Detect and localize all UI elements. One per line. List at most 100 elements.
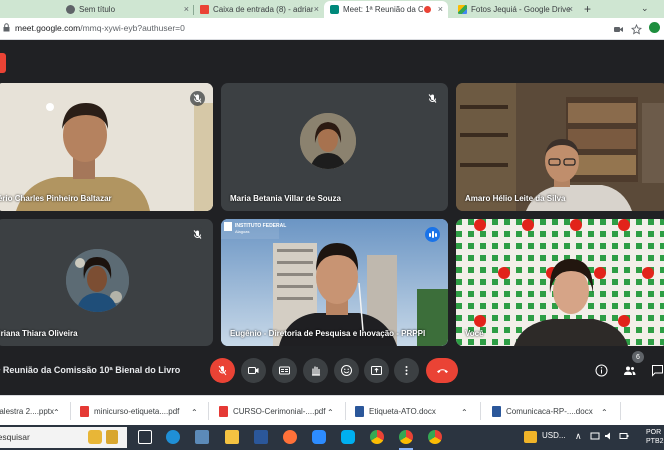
keyboard-layout[interactable]: PTB2 <box>646 438 664 445</box>
download-item[interactable]: minicurso-etiqueta....pdf <box>80 404 179 418</box>
firefox-icon[interactable] <box>283 430 297 444</box>
new-tab-button[interactable]: + <box>584 2 591 16</box>
participant-video <box>456 83 664 211</box>
close-tab-icon[interactable]: × <box>184 4 189 14</box>
tab-title: Fotos Jequiá - Google Drive <box>471 5 571 14</box>
tab-google-drive[interactable]: Fotos Jequiá - Google Drive × <box>452 1 578 18</box>
download-options-chevron-icon[interactable]: ⌃ <box>53 405 60 419</box>
download-item[interactable]: CURSO-Cerimonial-....pdf <box>219 404 325 418</box>
participant-name: Amaro Hélio Leite da Silva <box>465 194 566 203</box>
leave-call-button[interactable] <box>426 358 458 383</box>
download-separator <box>208 402 209 420</box>
participant-tile[interactable]: Maria Betania Villar de Souza <box>221 83 448 211</box>
tray-overflow-chevron-icon[interactable]: ∧ <box>575 431 582 442</box>
browser-tab-strip: Sem título × Caixa de entrada (8) - adri… <box>0 0 664 18</box>
search-highlight-icon <box>106 430 118 444</box>
address-bar[interactable]: meet.google.com/mmq-xywi-eyb?authuser=0 <box>0 18 664 40</box>
more-vertical-icon <box>405 366 408 375</box>
participant-tile[interactable]: Amaro Hélio Leite da Silva <box>456 83 664 211</box>
currency-widget-icon[interactable] <box>524 431 537 443</box>
download-item[interactable]: Etiqueta-ATO.docx <box>355 404 436 418</box>
captions-icon <box>279 366 290 375</box>
download-filename: Comunicaca-RP-....docx <box>506 406 593 416</box>
tab-list-chevron-icon[interactable]: ⌄ <box>641 3 649 14</box>
close-tab-icon[interactable]: × <box>568 4 573 14</box>
participant-count-badge: 6 <box>632 351 644 363</box>
people-button[interactable] <box>622 363 637 378</box>
tab-sem-titulo[interactable]: Sem título × <box>60 1 194 18</box>
globe-icon <box>66 5 75 14</box>
tab-title: Sem título <box>79 5 116 14</box>
download-options-chevron-icon[interactable]: ⌃ <box>601 405 608 419</box>
skype-icon[interactable] <box>341 430 355 444</box>
bookmark-star-icon[interactable] <box>630 22 643 35</box>
keyboard-language[interactable]: POR <box>646 429 661 436</box>
search-highlight-icon <box>88 430 102 444</box>
captions-button[interactable] <box>272 358 297 383</box>
info-icon <box>595 364 608 377</box>
participant-name: Adriana Thiara Oliveira <box>0 329 78 338</box>
close-tab-icon[interactable]: × <box>314 4 319 14</box>
download-filename: minicurso-etiqueta....pdf <box>94 406 180 416</box>
download-filename: Etiqueta-ATO.docx <box>369 406 436 416</box>
chrome-icon[interactable] <box>428 430 442 444</box>
tab-title: Meet: 1ª Reunião da Co <box>343 5 423 14</box>
windows-taskbar: Pesquisar USD... ∧ POR PTB2 <box>0 425 664 450</box>
speaking-indicator-icon <box>425 227 440 242</box>
chrome-icon[interactable] <box>370 430 384 444</box>
phone-hangup-icon <box>436 369 448 373</box>
participant-tile[interactable]: Tibério Charles Pinheiro Baltazar <box>0 83 213 211</box>
recording-icon <box>424 6 431 13</box>
download-options-chevron-icon[interactable]: ⌃ <box>191 405 198 419</box>
profile-avatar-icon[interactable] <box>649 22 660 33</box>
network-icon[interactable] <box>590 431 600 443</box>
download-item[interactable]: Palestra 2....pptx <box>0 404 54 418</box>
download-options-chevron-icon[interactable]: ⌃ <box>327 405 334 419</box>
close-tab-icon[interactable]: × <box>438 4 443 14</box>
participant-tile[interactable]: INSTITUTO FEDERAL Alagoas Eugênio - Dire… <box>221 219 448 346</box>
zoom-icon[interactable] <box>312 430 326 444</box>
download-filename: Palestra 2....pptx <box>0 406 55 416</box>
download-item[interactable]: Comunicaca-RP-....docx <box>492 404 593 418</box>
volume-icon[interactable] <box>604 431 614 443</box>
present-screen-button[interactable] <box>364 358 389 383</box>
download-separator <box>480 402 481 420</box>
participant-tile-self[interactable]: Você <box>456 219 664 346</box>
recording-indicator[interactable] <box>0 53 6 73</box>
camera-toggle-button[interactable] <box>241 358 266 383</box>
participant-name: Tibério Charles Pinheiro Baltazar <box>0 194 112 203</box>
meeting-controls-bar: 1ª Reunião da Comissão 10ª Bienal do Liv… <box>0 350 664 395</box>
calculator-icon[interactable] <box>195 430 209 444</box>
participant-video <box>0 83 213 211</box>
meet-icon <box>330 5 339 14</box>
url-text[interactable]: meet.google.com/mmq-xywi-eyb?authuser=0 <box>15 23 185 33</box>
mic-toggle-button[interactable] <box>210 358 235 383</box>
currency-widget-text[interactable]: USD... <box>542 431 566 440</box>
participant-tile[interactable]: Adriana Thiara Oliveira <box>0 219 213 346</box>
reactions-button[interactable] <box>334 358 359 383</box>
hand-icon <box>311 366 321 376</box>
tab-meet[interactable]: Meet: 1ª Reunião da Co × <box>324 1 448 18</box>
participant-name: Eugênio - Diretoria de Pesquisa e Inovaç… <box>230 329 426 338</box>
address-bar-icons <box>613 22 660 35</box>
camera-permission-icon[interactable] <box>613 22 624 33</box>
more-options-button[interactable] <box>394 358 419 383</box>
taskbar-search-input[interactable]: Pesquisar <box>0 427 127 448</box>
raise-hand-button[interactable] <box>303 358 328 383</box>
task-view-icon[interactable] <box>138 430 152 444</box>
participant-name: Você <box>465 329 484 338</box>
tab-title: Caixa de entrada (8) - adriana <box>213 5 313 14</box>
download-options-chevron-icon[interactable]: ⌃ <box>461 405 468 419</box>
file-explorer-icon[interactable] <box>225 430 239 444</box>
meeting-details-button[interactable] <box>594 363 609 378</box>
mic-off-icon <box>190 227 205 242</box>
taskbar-search-placeholder: Pesquisar <box>0 432 30 442</box>
word-icon[interactable] <box>254 430 268 444</box>
battery-icon[interactable] <box>619 431 630 443</box>
lock-icon[interactable] <box>3 23 10 32</box>
chat-button[interactable] <box>650 363 664 378</box>
download-filename: CURSO-Cerimonial-....pdf <box>233 406 326 416</box>
tab-gmail[interactable]: Caixa de entrada (8) - adriana × <box>194 1 324 18</box>
chrome-profile-icon[interactable] <box>399 430 413 444</box>
edge-icon[interactable] <box>166 430 180 444</box>
